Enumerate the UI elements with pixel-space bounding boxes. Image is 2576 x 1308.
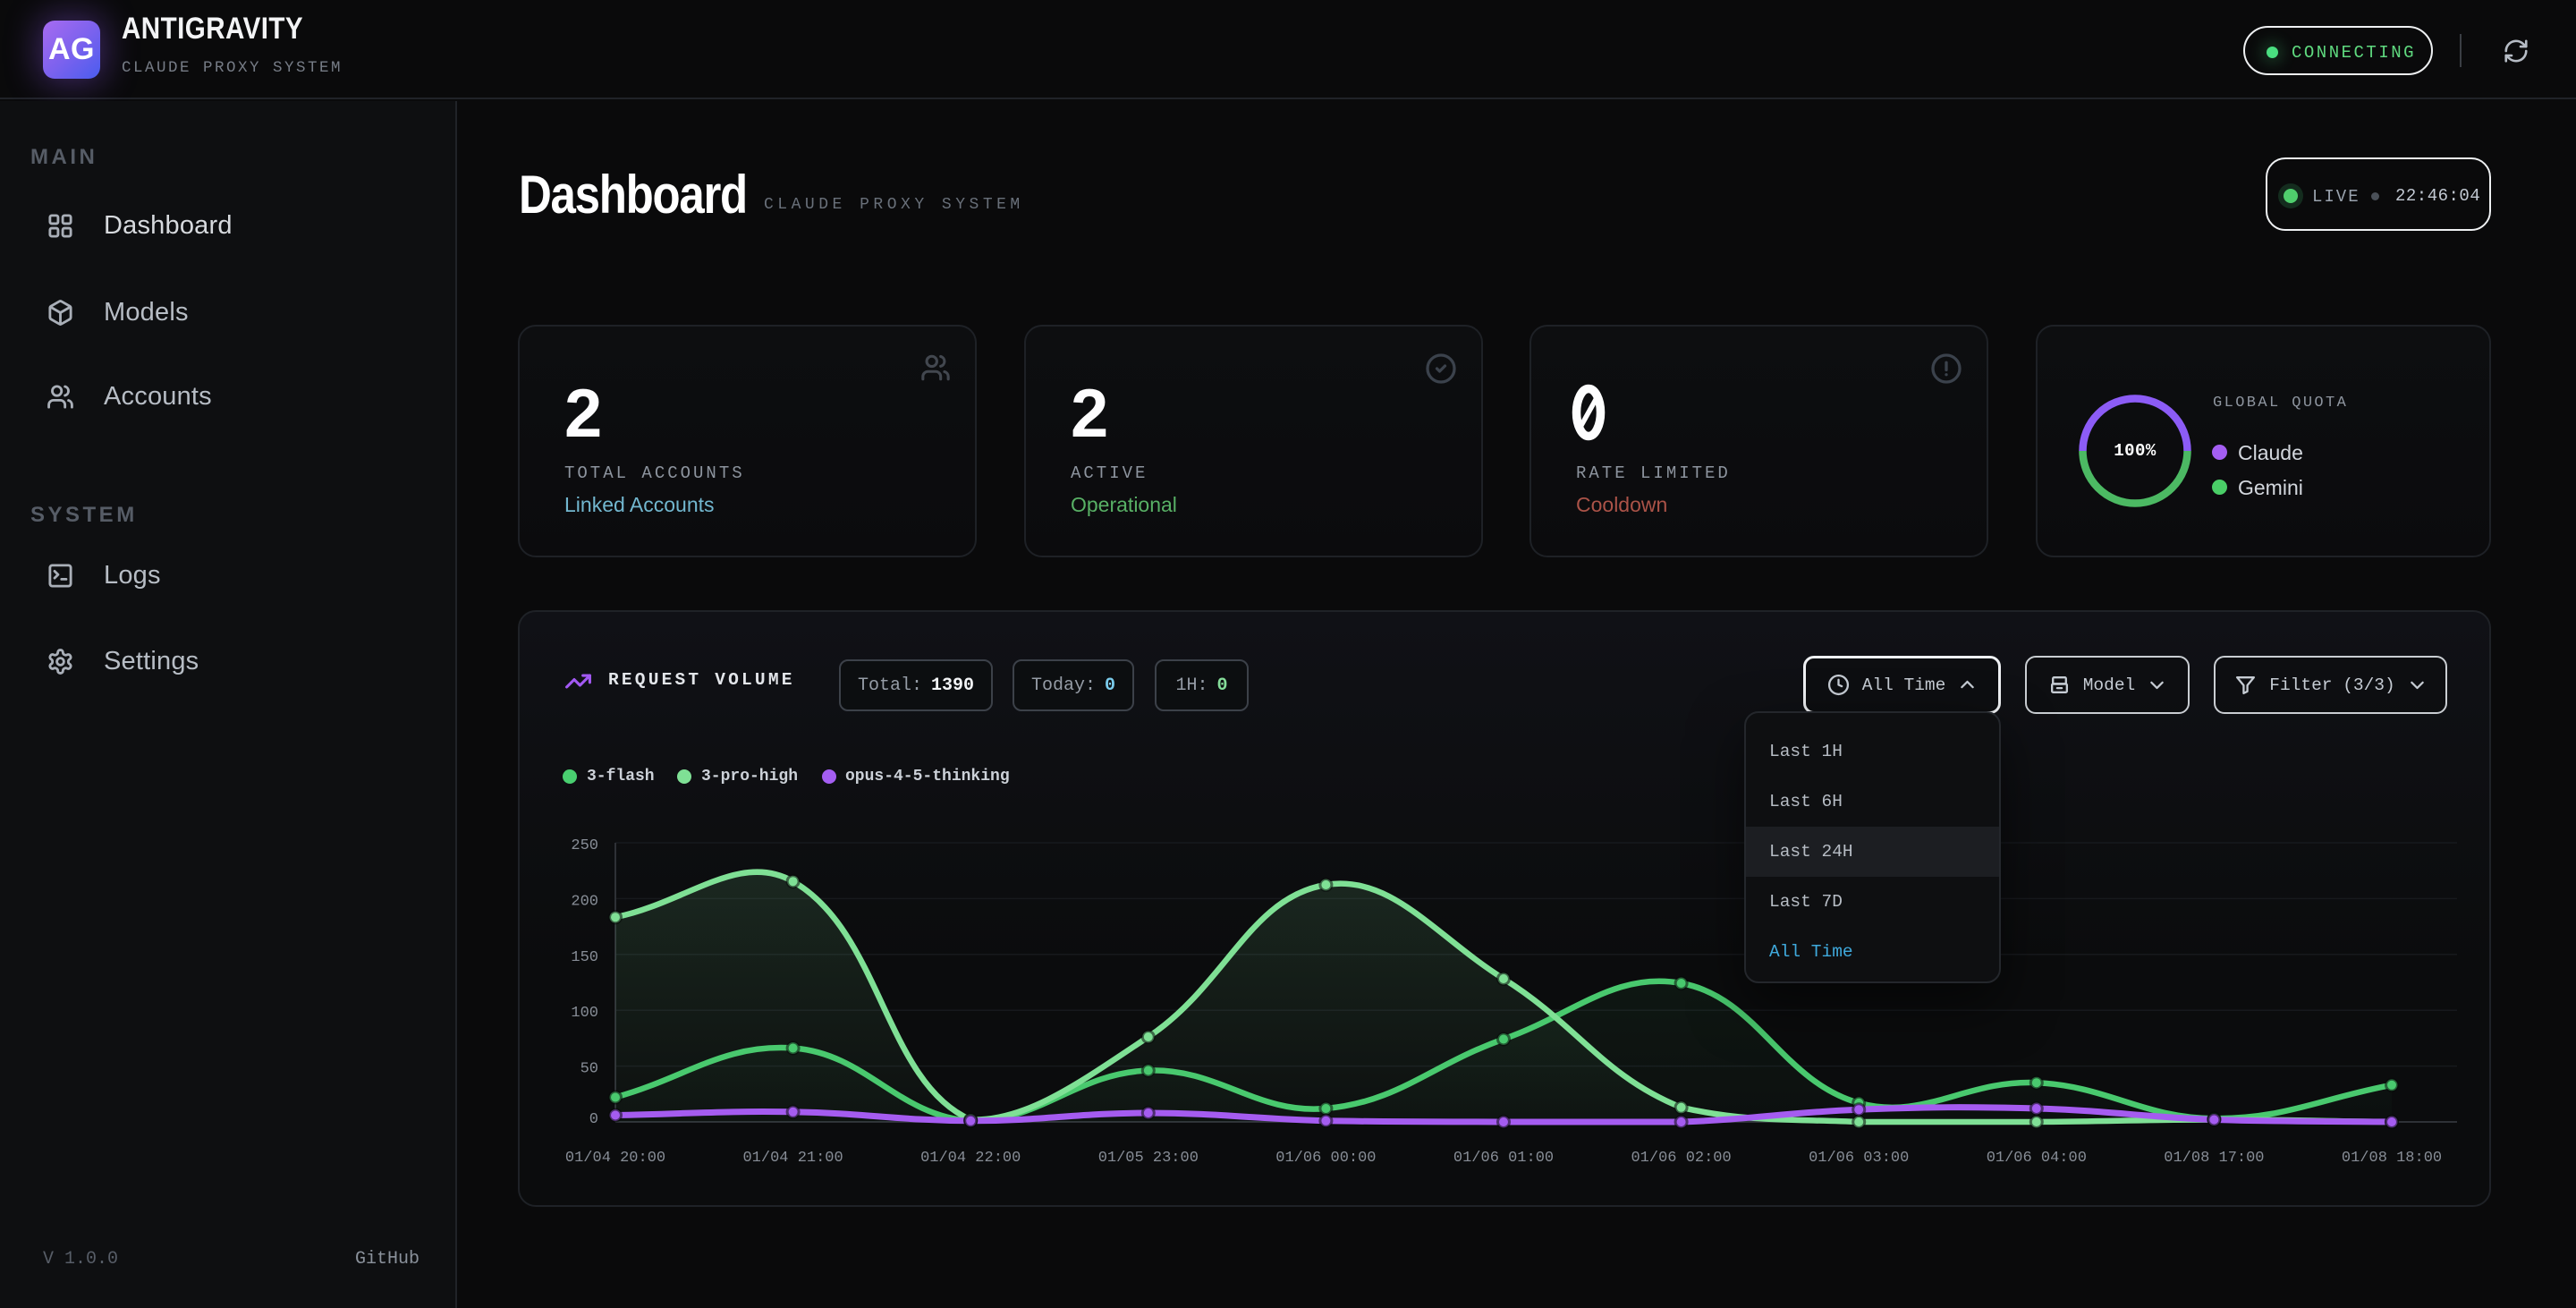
svg-text:01/06 00:00: 01/06 00:00 <box>1275 1150 1376 1167</box>
svg-text:100: 100 <box>571 1005 598 1022</box>
svg-text:50: 50 <box>580 1061 598 1078</box>
svg-text:150: 150 <box>571 949 598 966</box>
svg-text:01/08 17:00: 01/08 17:00 <box>2164 1150 2264 1167</box>
svg-text:01/06 02:00: 01/06 02:00 <box>1631 1150 1731 1167</box>
svg-text:0: 0 <box>589 1111 598 1128</box>
svg-text:01/04 20:00: 01/04 20:00 <box>565 1150 665 1167</box>
svg-text:01/05 23:00: 01/05 23:00 <box>1098 1150 1199 1167</box>
svg-text:01/06 04:00: 01/06 04:00 <box>1987 1150 2087 1167</box>
svg-text:01/08 18:00: 01/08 18:00 <box>2342 1150 2442 1167</box>
svg-text:01/04 22:00: 01/04 22:00 <box>920 1150 1021 1167</box>
svg-text:01/06 03:00: 01/06 03:00 <box>1809 1150 1909 1167</box>
svg-text:200: 200 <box>571 893 598 910</box>
svg-text:250: 250 <box>571 837 598 854</box>
svg-text:01/04 21:00: 01/04 21:00 <box>742 1150 843 1167</box>
svg-text:01/06 01:00: 01/06 01:00 <box>1453 1150 1554 1167</box>
